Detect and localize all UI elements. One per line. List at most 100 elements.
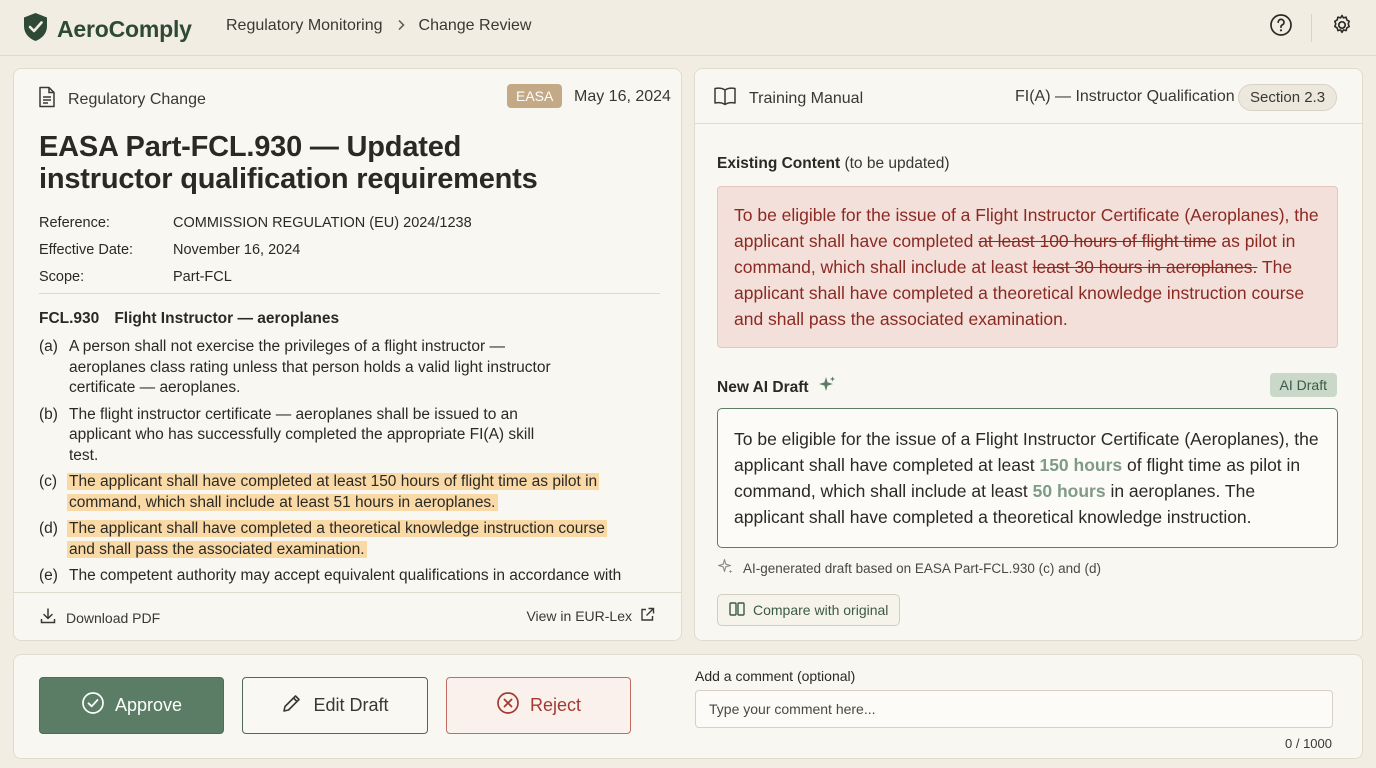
view-eurlex-label: View in EUR-Lex [526,608,632,624]
columns-icon [729,601,745,619]
action-bar: Approve Edit Draft Reject Add a comment … [13,654,1363,759]
top-actions [1269,13,1354,42]
compare-label: Compare with original [753,602,889,618]
section-code: FCL.930 [39,310,100,327]
regulatory-change-panel: Regulatory Change EASA May 16, 2024 EASA… [13,68,682,641]
check-circle-icon [81,691,105,720]
breadcrumb: Regulatory Monitoring Change Review [226,17,531,35]
existing-content-title: Existing Content [717,155,841,172]
meta-value: November 16, 2024 [173,241,301,258]
open-book-icon [713,86,737,111]
document-icon [38,86,56,113]
panel-title: Regulatory Change [68,90,206,108]
existing-content-box: To be eligible for the issue of a Flight… [717,186,1338,348]
download-icon [39,607,57,628]
approve-button[interactable]: Approve [39,677,224,734]
clause-item: (a) A person shall not exercise the priv… [39,337,659,399]
panel-header: Regulatory Change [38,86,206,113]
approve-label: Approve [114,695,183,715]
ai-note: AI-generated draft based on EASA Part-FC… [717,558,1101,578]
sparkle-icon [817,375,837,400]
clause-item-highlighted: (d) The applicant shall have completed a… [39,519,659,560]
clause-text: A person shall not exercise the privileg… [69,337,659,399]
clause-text: The competent authority may accept equiv… [69,566,659,587]
highlighted-text: The applicant shall have completed at le… [67,473,600,511]
clause-text: The applicant shall have completed a the… [67,519,659,560]
meta-row: Reference: COMMISSION REGULATION (EU) 20… [39,209,472,236]
clause-text: The flight instructor certificate — aero… [69,405,659,467]
existing-content-label: Existing Content (to be updated) [717,155,950,173]
clause-item-highlighted: (c) The applicant shall have completed a… [39,472,659,513]
clause-number: (b) [39,405,58,423]
comment-char-count: 0 / 1000 [1285,736,1332,751]
training-manual-panel: Training Manual FI(A) — Instructor Quali… [694,68,1363,641]
ai-draft-badge: AI Draft [1269,373,1337,397]
meta-row: Effective Date: November 16, 2024 [39,236,472,263]
chevron-right-icon [397,18,405,35]
change-title: EASA Part-FCL.930 — Updated instructor q… [39,131,538,195]
changed-value: 50 hours [1032,481,1106,501]
section-pill: Section 2.3 [1238,84,1338,111]
brand[interactable]: AeroComply [22,12,192,47]
meta-label: Reference: [39,214,110,231]
meta-value: Part-FCL [173,268,232,285]
panel-header: Training Manual [713,86,863,111]
ai-draft-box: To be eligible for the issue of a Flight… [717,408,1338,548]
clause-number: (a) [39,338,58,355]
meta-label: Scope: [39,268,85,285]
comment-input[interactable] [695,690,1333,728]
app-name: AeroComply [57,16,192,42]
clause-text: The applicant shall have completed at le… [67,472,659,513]
section-heading: FCL.930 Flight Instructor — aeroplanes [39,310,339,328]
download-pdf-label: Download PDF [66,609,161,626]
clause-text-content: A person shall not exercise the privileg… [69,338,551,396]
existing-content-note: (to be updated) [844,155,950,172]
clause-item: (b) The flight instructor certificate — … [39,405,659,467]
divider [14,592,681,593]
section-title: Flight Instructor — aeroplanes [114,310,340,327]
pencil-icon [281,692,303,719]
clause-item: (e) The competent authority may accept e… [39,566,659,587]
meta-value: COMMISSION REGULATION (EU) 2024/1238 [173,214,472,231]
meta-label: Effective Date: [39,241,134,258]
highlighted-text: The applicant shall have completed a the… [67,520,607,558]
struck-text: least 30 hours in aeroplanes. [1032,257,1258,277]
question-circle-icon[interactable] [1269,13,1293,42]
breadcrumb-regulatory-monitoring[interactable]: Regulatory Monitoring [226,17,383,35]
ai-draft-label: New AI Draft [717,375,837,400]
meta-row: Scope: Part-FCL [39,263,472,290]
struck-text: at least 100 hours of flight time [978,231,1217,251]
edit-draft-button[interactable]: Edit Draft [242,677,428,734]
download-pdf-link[interactable]: Download PDF [39,607,160,628]
clause-number: (c) [39,473,58,490]
external-link-icon [640,607,655,625]
changed-value: 150 hours [1039,455,1123,475]
clause-list: (a) A person shall not exercise the priv… [39,337,659,593]
sparkle-icon [717,558,734,578]
comment-label: Add a comment (optional) [695,668,856,684]
reject-label: Reject [529,695,582,715]
panel-title: Training Manual [749,89,864,107]
shield-check-icon [22,12,49,47]
edit-draft-label: Edit Draft [313,695,389,715]
view-eurlex-link[interactable]: View in EUR-Lex [526,607,655,625]
clause-number: (d) [39,520,58,537]
change-date: May 16, 2024 [574,88,671,105]
compare-with-original-button[interactable]: Compare with original [717,594,901,626]
ai-draft-title: New AI Draft [717,378,809,396]
divider [695,123,1362,124]
manual-document-title: FI(A) — Instructor Qualification [1015,88,1235,105]
clause-number: (e) [39,567,58,584]
clause-text-content: The competent authority may accept equiv… [69,567,622,584]
divider [39,293,660,294]
change-metadata: Reference: COMMISSION REGULATION (EU) 20… [39,209,472,290]
authority-badge: EASA [507,84,563,108]
top-bar: AeroComply Regulatory Monitoring Change … [0,0,1376,56]
reject-button[interactable]: Reject [446,677,631,734]
divider [1311,13,1312,42]
gear-icon[interactable] [1330,13,1354,42]
x-circle-icon [496,691,520,720]
breadcrumb-change-review: Change Review [418,17,532,34]
ai-note-text: AI-generated draft based on EASA Part-FC… [743,560,1101,576]
clause-text-content: The flight instructor certificate — aero… [69,405,535,464]
